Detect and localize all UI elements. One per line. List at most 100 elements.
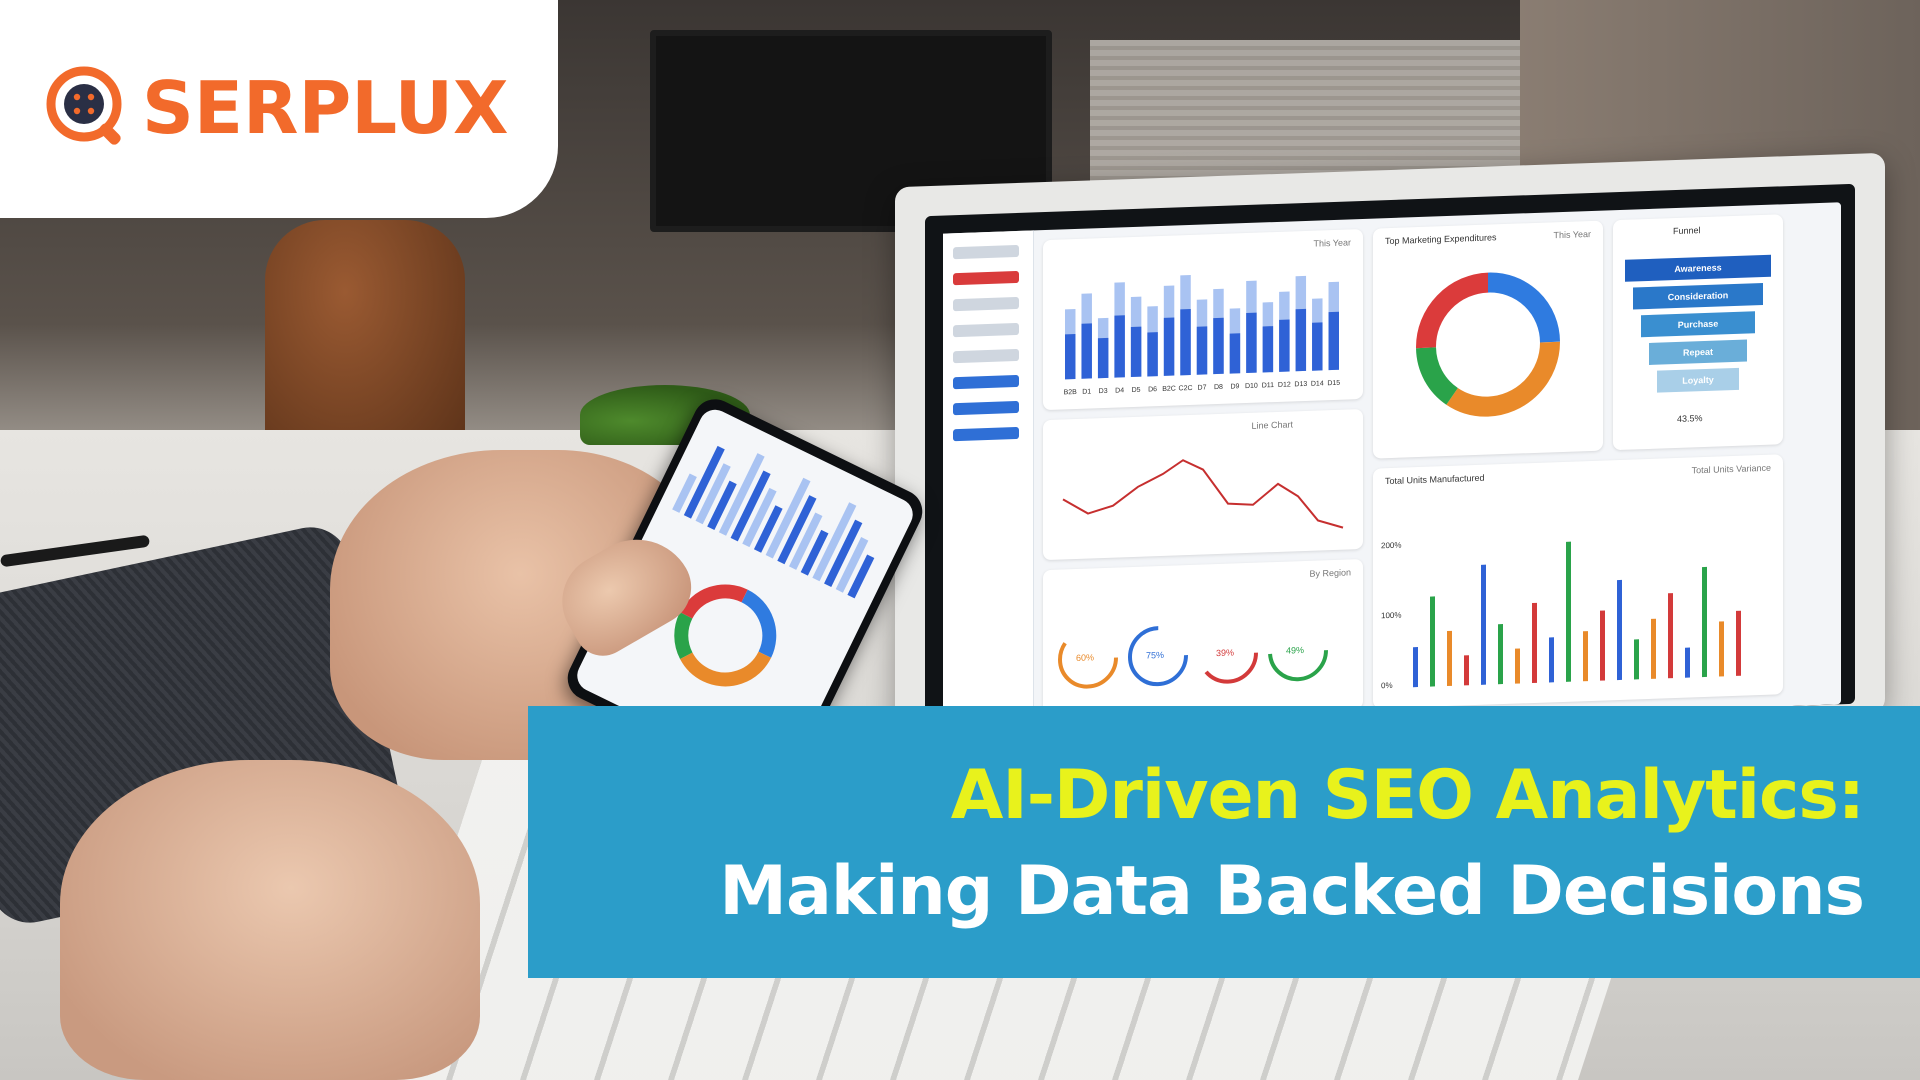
headline-line-1: AI-Driven SEO Analytics: (950, 756, 1865, 835)
units-bar (1430, 596, 1435, 687)
bar-category-label: B2C (1162, 385, 1176, 392)
sidebar-item (953, 348, 1019, 364)
logo-card: SERPLUX (0, 0, 558, 218)
units-bar (1736, 610, 1741, 676)
units-bar (1634, 639, 1639, 680)
units-bar (1464, 655, 1469, 686)
bar-front (1081, 323, 1092, 379)
bar-front (1130, 326, 1142, 378)
bar-category-label: D1 (1082, 388, 1091, 395)
title-banner: AI-Driven SEO Analytics: Making Data Bac… (528, 706, 1920, 978)
bar-front (1246, 312, 1257, 374)
bar-front (1213, 317, 1224, 375)
gauge-value: 75% (1146, 649, 1165, 661)
bar-category-label: D15 (1327, 380, 1340, 387)
units-axis-label: 0% (1381, 681, 1393, 690)
bar-front (1328, 311, 1340, 371)
units-bar (1413, 647, 1418, 688)
units-bar (1549, 637, 1554, 683)
brand-name: SERPLUX (142, 66, 509, 150)
units-bar (1498, 624, 1503, 685)
line-chart (1062, 459, 1344, 529)
units-bar (1719, 621, 1724, 677)
bar-front (1147, 332, 1158, 377)
bar-front (1196, 326, 1208, 375)
units-axis-label: 200% (1381, 541, 1401, 551)
bar-category-label: D4 (1115, 387, 1124, 394)
bar-front (1312, 322, 1323, 371)
bar-category-label: D3 (1099, 388, 1108, 395)
dashboard-sidebar (943, 230, 1034, 736)
bar-category-label: D10 (1245, 383, 1258, 390)
gauge-value: 39% (1216, 647, 1235, 659)
gauges-panel: By Region 60% 75% 39% 49% (1043, 558, 1363, 721)
bar-front (1229, 333, 1241, 374)
units-bar (1583, 631, 1588, 682)
analytics-dashboard: This Year B2B D1 D3 D4 D5 D6 B2C C2C D7 D8 D9 D10 D1… (943, 202, 1841, 736)
bar-front (1262, 326, 1274, 373)
funnel-step-consideration: Consideration (1633, 282, 1763, 310)
bar-category-label: D7 (1198, 384, 1207, 391)
bar-category-label: D13 (1294, 381, 1307, 388)
gauges (1058, 621, 1328, 689)
office-chair (265, 220, 465, 460)
laptop: This Year B2B D1 D3 D4 D5 D6 B2C C2C D7 D8 D9 D10 D1… (895, 152, 1885, 748)
typing-hand (60, 760, 480, 1080)
units-bar (1515, 648, 1520, 684)
bar-category-label: C2C (1179, 385, 1193, 392)
sidebar-button (953, 374, 1019, 390)
units-bar (1668, 593, 1673, 679)
units-bar (1566, 541, 1571, 682)
bar-front (1163, 317, 1175, 376)
bar-category-label: D14 (1311, 380, 1324, 387)
sidebar-button (953, 426, 1019, 442)
funnel-metric: 43.5% (1677, 413, 1703, 424)
bar-category-label: D11 (1262, 382, 1274, 389)
bar-front (1295, 308, 1307, 372)
sidebar-item (953, 322, 1019, 338)
line-chart-panel: Line Chart (1043, 408, 1363, 561)
units-axis-label: 100% (1381, 611, 1401, 621)
funnel-step-loyalty: Loyalty (1657, 367, 1739, 393)
bar-front (1279, 319, 1290, 372)
units-bar (1481, 564, 1486, 685)
units-bar (1685, 647, 1690, 678)
units-bar (1651, 618, 1656, 679)
bar-category-label: D8 (1214, 384, 1223, 391)
bar-front (1065, 333, 1076, 380)
sidebar-button (953, 400, 1019, 416)
donut-panel: Top Marketing Expenditures This Year (1373, 220, 1603, 459)
bar-front (1180, 308, 1191, 376)
units-panel: Total Units Manufactured Total Units Var… (1373, 454, 1783, 709)
headline-line-2: Making Data Backed Decisions (719, 852, 1865, 931)
bar-front (1097, 337, 1109, 379)
funnel-step-awareness: Awareness (1625, 254, 1771, 282)
sidebar-item (953, 296, 1019, 312)
donut-chart (1416, 272, 1560, 417)
bar-category-label: D12 (1278, 381, 1291, 388)
bar-category-label: D5 (1132, 387, 1141, 394)
serplux-logo-icon (46, 66, 122, 145)
units-bar (1702, 566, 1707, 678)
laptop-screen: This Year B2B D1 D3 D4 D5 D6 B2C C2C D7 D8 D9 D10 D1… (925, 183, 1855, 737)
bar-category-label: D6 (1148, 386, 1157, 393)
units-bar (1600, 610, 1605, 681)
gauge-value: 49% (1286, 645, 1305, 656)
bar-category-label: B2B (1064, 389, 1078, 396)
bar-category-label: D9 (1230, 383, 1239, 390)
funnel-step-repeat: Repeat (1649, 339, 1747, 365)
units-bar (1617, 579, 1622, 681)
funnel-step-purchase: Purchase (1641, 311, 1755, 338)
units-bar (1447, 630, 1452, 687)
units-bar-chart: 200% 100% 0% (1381, 541, 1741, 690)
sidebar-item-active (953, 270, 1019, 286)
line-series (1062, 459, 1344, 529)
units-bar (1532, 602, 1537, 684)
funnel-tab: Funnel (1673, 225, 1701, 237)
bar-chart-panel: This Year B2B D1 D3 D4 D5 D6 B2C C2C D7 D8 D9 D10 D1… (1043, 228, 1363, 411)
gauge-value: 60% (1076, 652, 1095, 663)
sidebar-item (953, 244, 1019, 260)
bar-front (1114, 315, 1125, 378)
bar-chart: B2B D1 D3 D4 D5 D6 B2C C2C D7 D8 D9 D10 D11 D12 D13 D14… (1064, 274, 1340, 396)
funnel-panel: Funnel Awareness Consideration Purchase … (1613, 214, 1783, 451)
